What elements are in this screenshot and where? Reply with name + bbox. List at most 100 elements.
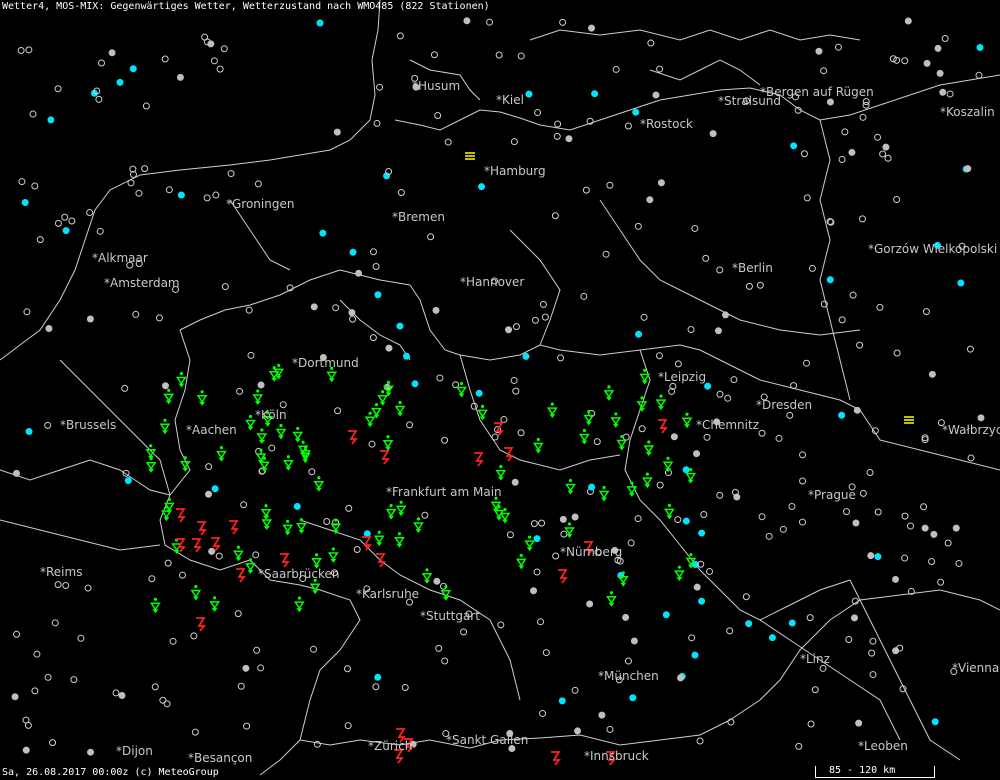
clear-station-icon xyxy=(236,387,244,395)
cloudy-station-icon xyxy=(630,637,638,645)
cloudy-station-icon xyxy=(45,324,53,332)
clear-station-icon xyxy=(716,491,724,499)
city-label: *Dortmund xyxy=(292,356,359,370)
clear-station-icon xyxy=(967,454,975,462)
thunderstorm-icon xyxy=(558,569,568,584)
partly-cloudy-station-icon xyxy=(316,19,324,27)
clear-station-icon xyxy=(98,59,106,67)
thunderstorm-icon xyxy=(376,553,386,568)
clear-station-icon xyxy=(531,316,539,324)
clear-station-icon xyxy=(928,557,936,565)
clear-station-icon xyxy=(941,35,949,43)
clear-station-icon xyxy=(373,119,381,127)
city-label: *Hannover xyxy=(460,275,524,289)
city-label: *Kiel xyxy=(496,93,524,107)
city-label: *Dijon xyxy=(116,744,153,758)
clear-station-icon xyxy=(862,101,870,109)
rain-shower-icon xyxy=(616,434,628,451)
clear-station-icon xyxy=(640,313,648,321)
partly-cloudy-station-icon xyxy=(698,529,706,537)
clear-station-icon xyxy=(779,525,787,533)
clear-station-icon xyxy=(758,513,766,521)
clear-station-icon xyxy=(506,531,514,539)
clear-station-icon xyxy=(702,254,710,262)
partly-cloudy-station-icon xyxy=(788,619,796,627)
clear-station-icon xyxy=(332,304,340,312)
clear-station-icon xyxy=(95,95,103,103)
clear-station-icon xyxy=(165,186,173,194)
rain-shower-icon xyxy=(603,385,615,401)
clear-station-icon xyxy=(517,52,525,60)
cloudy-station-icon xyxy=(652,91,660,99)
clear-station-icon xyxy=(254,180,262,188)
cloudy-station-icon xyxy=(714,327,722,335)
partly-cloudy-station-icon xyxy=(704,382,712,390)
partly-cloudy-station-icon xyxy=(62,227,70,235)
clear-station-icon xyxy=(868,649,876,657)
rain-shower-icon xyxy=(179,456,191,472)
city-label: *Innsbruck xyxy=(584,749,649,763)
clear-station-icon xyxy=(893,349,901,357)
fog-icon xyxy=(465,152,475,160)
clear-station-icon xyxy=(798,518,806,526)
partly-cloudy-station-icon xyxy=(662,611,670,619)
rain-shower-icon xyxy=(282,455,294,471)
clear-station-icon xyxy=(901,512,909,520)
partly-cloudy-station-icon xyxy=(632,108,640,116)
rain-shower-icon xyxy=(282,519,294,536)
clear-station-icon xyxy=(593,438,601,446)
clear-station-icon xyxy=(220,45,228,53)
cloudy-station-icon xyxy=(571,513,579,521)
clear-station-icon xyxy=(517,429,525,437)
clear-station-icon xyxy=(237,682,245,690)
rain-shower-icon xyxy=(145,444,157,460)
cloudy-station-icon xyxy=(118,691,126,699)
cloudy-station-icon xyxy=(586,600,594,608)
clear-station-icon xyxy=(799,477,807,485)
rain-shower-icon xyxy=(515,553,527,570)
clear-station-icon xyxy=(542,649,550,657)
clear-station-icon xyxy=(674,516,682,524)
city-label: *Rostock xyxy=(640,117,693,131)
clear-station-icon xyxy=(435,644,443,652)
rain-shower-icon xyxy=(175,371,187,388)
clear-station-icon xyxy=(313,740,321,748)
cloudy-station-icon xyxy=(852,519,860,527)
clear-station-icon xyxy=(18,178,26,186)
clear-station-icon xyxy=(674,360,682,368)
cloudy-station-icon xyxy=(939,88,947,96)
partly-cloudy-station-icon xyxy=(682,466,690,474)
clear-station-icon xyxy=(486,18,494,26)
clear-station-icon xyxy=(811,686,819,694)
city-label: *Brussels xyxy=(60,418,116,432)
clear-station-icon xyxy=(691,224,699,232)
cloudy-station-icon xyxy=(310,303,318,311)
partly-cloudy-station-icon xyxy=(522,352,530,360)
cloudy-station-icon xyxy=(565,135,573,143)
cloudy-station-icon xyxy=(855,719,863,727)
clear-station-icon xyxy=(31,182,39,190)
partly-cloudy-station-icon xyxy=(129,65,137,73)
clear-station-icon xyxy=(834,43,842,51)
rain-shower-icon xyxy=(149,597,161,614)
clear-station-icon xyxy=(624,122,632,130)
clear-station-icon xyxy=(858,215,866,223)
clear-station-icon xyxy=(869,671,877,679)
clear-station-icon xyxy=(334,407,342,415)
rain-shower-icon xyxy=(373,530,385,547)
clear-station-icon xyxy=(557,354,565,362)
rain-shower-icon xyxy=(394,400,406,417)
clear-station-icon xyxy=(606,181,614,189)
clear-station-icon xyxy=(495,51,503,59)
clear-station-icon xyxy=(946,90,954,98)
clear-station-icon xyxy=(86,209,94,217)
clear-station-icon xyxy=(901,57,909,65)
city-label: *Amsterdam xyxy=(104,276,180,290)
partly-cloudy-station-icon xyxy=(116,78,124,86)
clear-station-icon xyxy=(874,508,882,516)
thunderstorm-icon xyxy=(504,447,514,462)
rain-shower-icon xyxy=(209,596,221,612)
rain-shower-icon xyxy=(421,568,433,584)
cloudy-station-icon xyxy=(892,575,900,583)
clear-station-icon xyxy=(25,46,33,54)
